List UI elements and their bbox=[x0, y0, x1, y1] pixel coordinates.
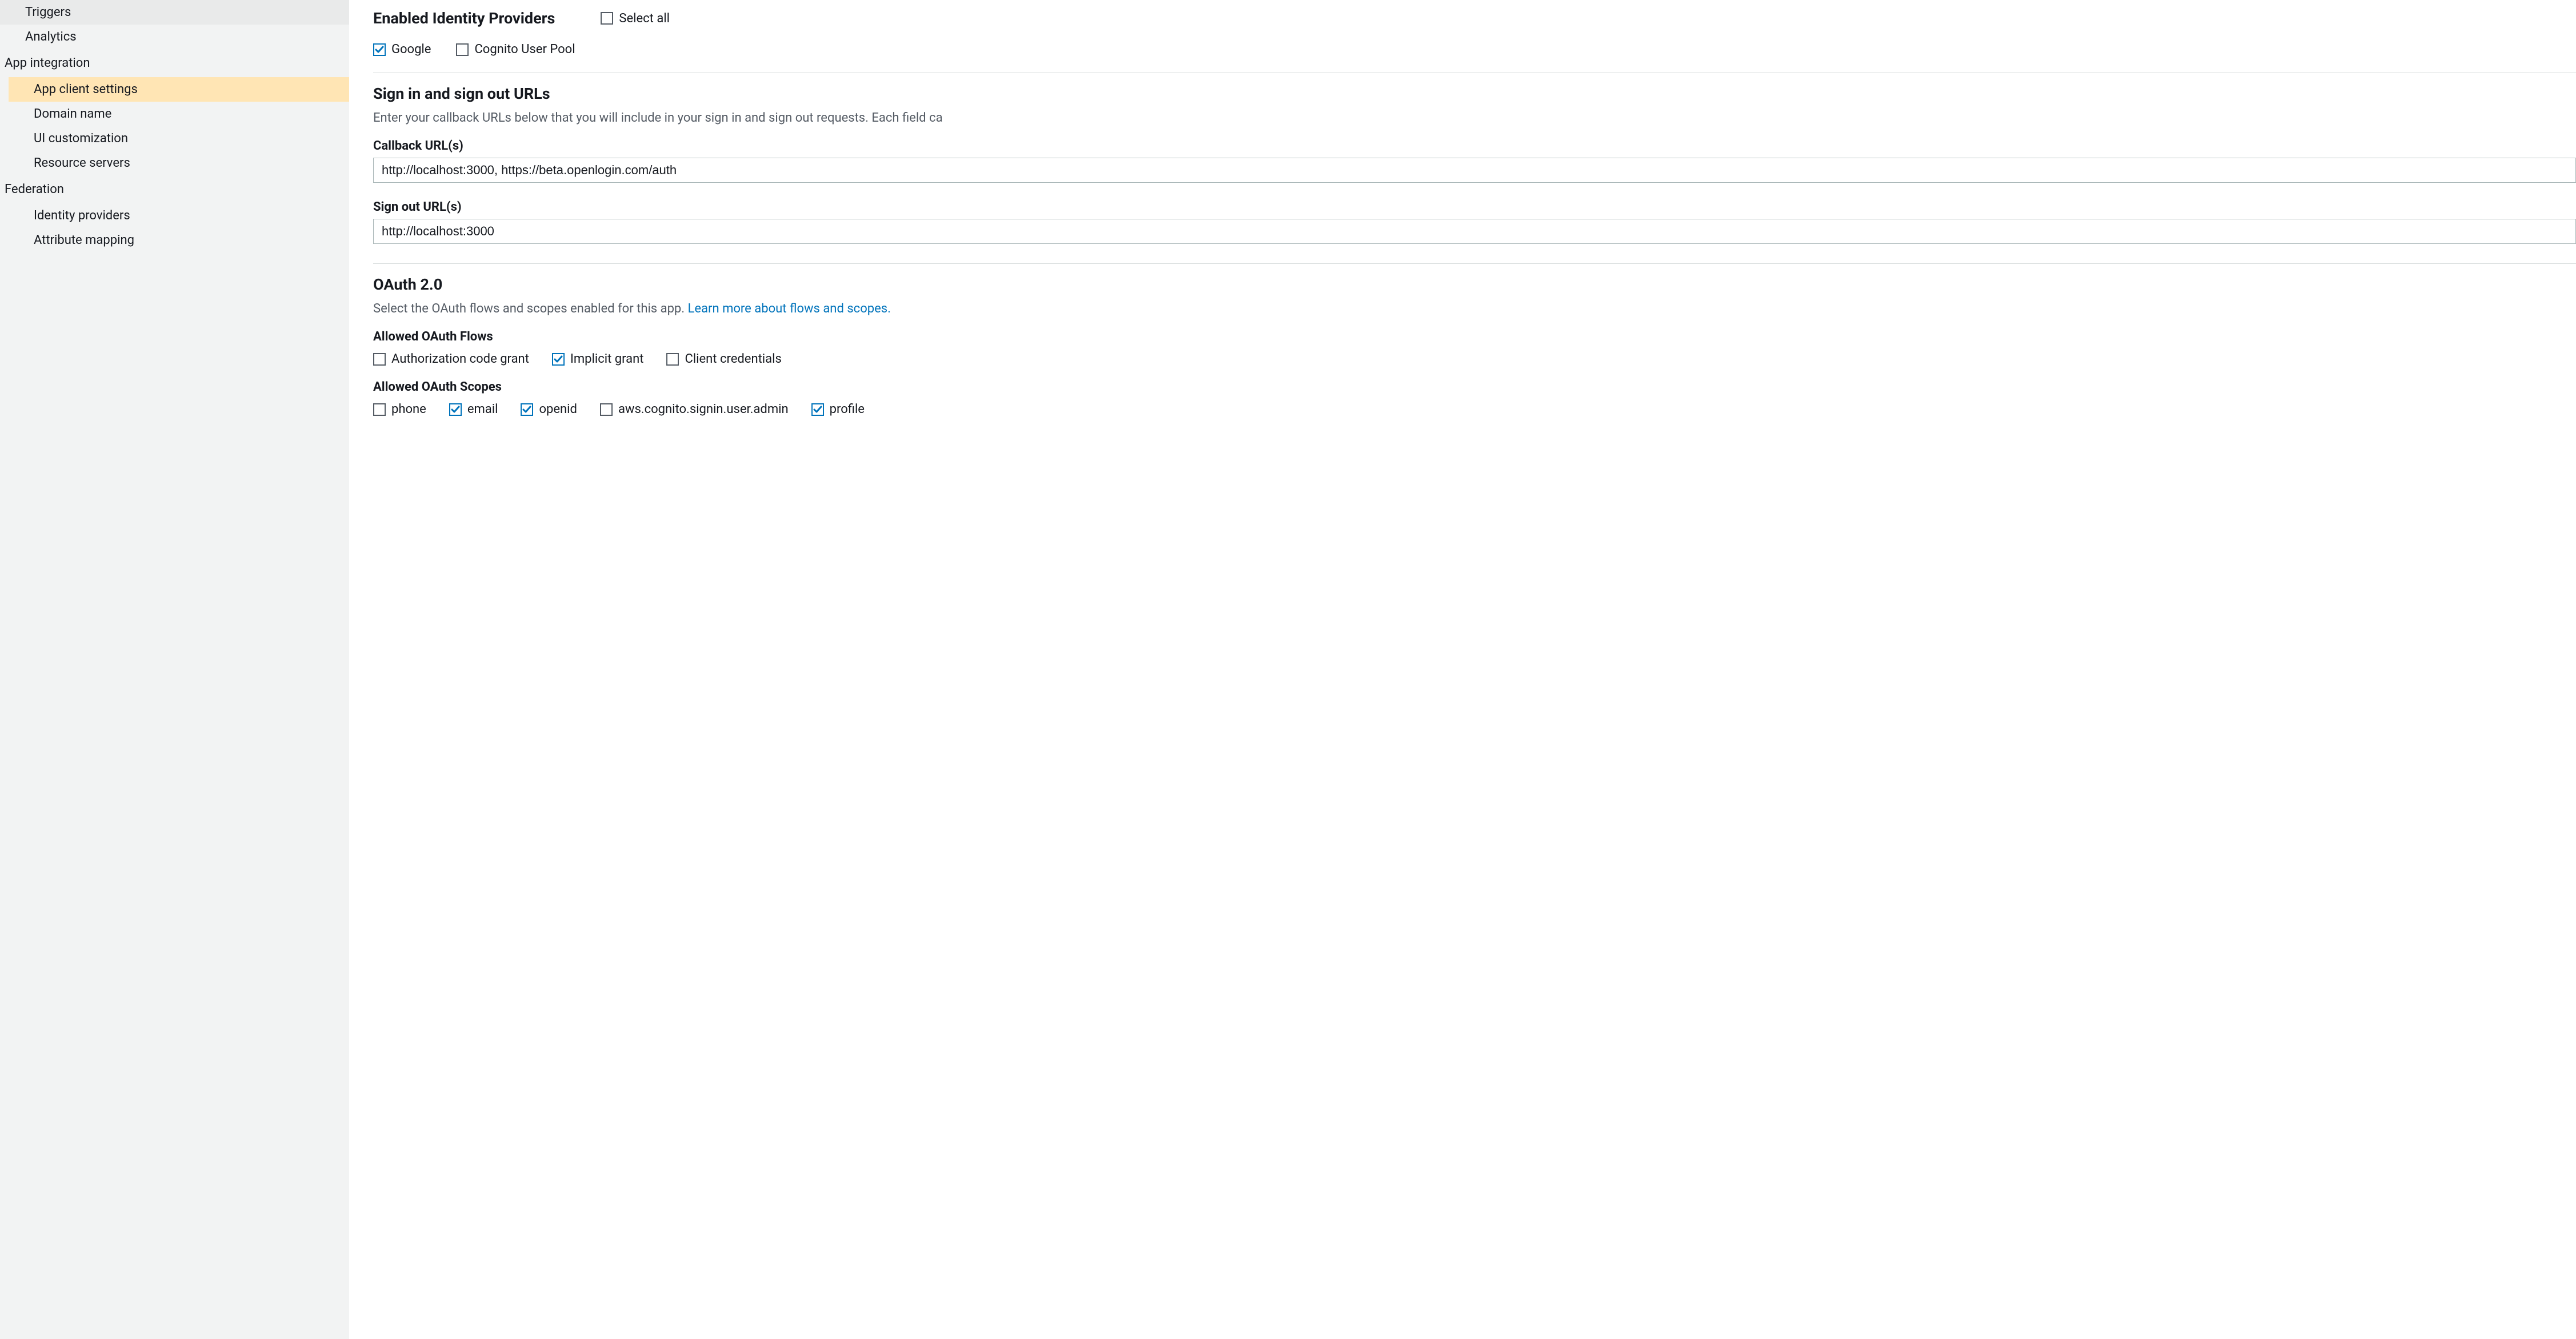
main-content: Enabled Identity Providers Select all Go… bbox=[349, 0, 2576, 1339]
checkbox-label-phone: phone bbox=[391, 402, 426, 416]
checkbox-box-openid bbox=[521, 403, 533, 416]
sidebar-item-triggers[interactable]: Triggers bbox=[0, 0, 349, 25]
checkbox-flow-client[interactable]: Client credentials bbox=[666, 352, 781, 366]
idp-heading: Enabled Identity Providers bbox=[373, 9, 555, 27]
oauth-description: Select the OAuth flows and scopes enable… bbox=[373, 302, 2576, 316]
sidebar-item-identity-providers[interactable]: Identity providers bbox=[9, 203, 349, 228]
nav-group-title-federation: Federation bbox=[0, 175, 349, 203]
check-icon bbox=[522, 405, 531, 414]
section-identity-providers: Enabled Identity Providers Select all Go… bbox=[373, 0, 2576, 73]
checkbox-label-auth-code: Authorization code grant bbox=[391, 352, 529, 366]
oauth-heading: OAuth 2.0 bbox=[373, 275, 2576, 294]
callback-url-input[interactable] bbox=[373, 158, 2576, 183]
checkbox-flow-implicit[interactable]: Implicit grant bbox=[552, 352, 644, 366]
check-icon bbox=[554, 355, 563, 364]
sidebar-item-app-client-settings[interactable]: App client settings bbox=[9, 77, 349, 102]
checkbox-flow-auth-code[interactable]: Authorization code grant bbox=[373, 352, 529, 366]
checkbox-label-profile: profile bbox=[830, 402, 865, 416]
checkbox-scope-phone[interactable]: phone bbox=[373, 402, 426, 416]
sidebar-item-attribute-mapping[interactable]: Attribute mapping bbox=[9, 228, 349, 252]
nav-group-title-app-integration: App integration bbox=[0, 49, 349, 77]
sidebar-item-analytics[interactable]: Analytics bbox=[0, 25, 349, 49]
checkbox-box-profile bbox=[811, 403, 824, 416]
checkbox-idp-cognito[interactable]: Cognito User Pool bbox=[456, 42, 575, 57]
checkbox-box-cognito bbox=[456, 43, 469, 56]
checkbox-box-google bbox=[373, 43, 386, 56]
checkbox-box-implicit bbox=[552, 353, 565, 366]
checkbox-label-admin: aws.cognito.signin.user.admin bbox=[618, 402, 789, 416]
app-root: TriggersAnalyticsApp integrationApp clie… bbox=[0, 0, 2576, 1339]
checkbox-box-phone bbox=[373, 403, 386, 416]
sidebar-nav: TriggersAnalyticsApp integrationApp clie… bbox=[0, 0, 349, 1339]
learn-more-link[interactable]: Learn more about flows and scopes. bbox=[688, 302, 891, 316]
flows-label: Allowed OAuth Flows bbox=[373, 330, 2576, 344]
urls-heading: Sign in and sign out URLs bbox=[373, 85, 2576, 103]
checkbox-box-auth-code bbox=[373, 353, 386, 366]
checkbox-label-email: email bbox=[467, 402, 498, 416]
oauth-flows-row: Authorization code grant Implicit grant Cl… bbox=[373, 352, 2576, 366]
section-urls: Sign in and sign out URLs Enter your cal… bbox=[373, 73, 2576, 264]
checkbox-box-select-all bbox=[601, 12, 613, 25]
checkbox-select-all[interactable]: Select all bbox=[601, 11, 670, 26]
urls-description: Enter your callback URLs below that you … bbox=[373, 111, 2576, 125]
idp-header-row: Enabled Identity Providers Select all bbox=[373, 9, 2576, 27]
checkbox-idp-google[interactable]: Google bbox=[373, 42, 431, 57]
checkbox-scope-admin[interactable]: aws.cognito.signin.user.admin bbox=[600, 402, 789, 416]
sidebar-item-domain-name[interactable]: Domain name bbox=[9, 102, 349, 126]
checkbox-scope-profile[interactable]: profile bbox=[811, 402, 865, 416]
checkbox-label-implicit: Implicit grant bbox=[570, 352, 644, 366]
checkbox-label-google: Google bbox=[391, 42, 431, 57]
checkbox-label-select-all: Select all bbox=[619, 11, 670, 26]
checkbox-box-admin bbox=[600, 403, 613, 416]
checkbox-label-openid: openid bbox=[539, 402, 577, 416]
checkbox-label-cognito: Cognito User Pool bbox=[474, 42, 575, 57]
idp-provider-row: Google Cognito User Pool bbox=[373, 42, 2576, 57]
section-oauth: OAuth 2.0 Select the OAuth flows and sco… bbox=[373, 264, 2576, 416]
checkbox-box-email bbox=[449, 403, 462, 416]
sidebar-nav-list: TriggersAnalyticsApp integrationApp clie… bbox=[0, 0, 349, 252]
checkbox-scope-email[interactable]: email bbox=[449, 402, 498, 416]
callback-label: Callback URL(s) bbox=[373, 139, 2576, 153]
scopes-label: Allowed OAuth Scopes bbox=[373, 380, 2576, 394]
check-icon bbox=[375, 45, 384, 54]
checkbox-scope-openid[interactable]: openid bbox=[521, 402, 577, 416]
signout-label: Sign out URL(s) bbox=[373, 200, 2576, 214]
sidebar-item-resource-servers[interactable]: Resource servers bbox=[9, 151, 349, 175]
checkbox-label-client: Client credentials bbox=[685, 352, 781, 366]
main-inner: Enabled Identity Providers Select all Go… bbox=[349, 0, 2576, 416]
signout-url-input[interactable] bbox=[373, 219, 2576, 244]
checkbox-box-client bbox=[666, 353, 679, 366]
check-icon bbox=[813, 405, 822, 414]
oauth-desc-text: Select the OAuth flows and scopes enable… bbox=[373, 302, 688, 316]
oauth-scopes-row: phone email openid aws.cognito.signin.user.… bbox=[373, 402, 2576, 416]
sidebar-item-ui-customization[interactable]: UI customization bbox=[9, 126, 349, 151]
check-icon bbox=[451, 405, 460, 414]
